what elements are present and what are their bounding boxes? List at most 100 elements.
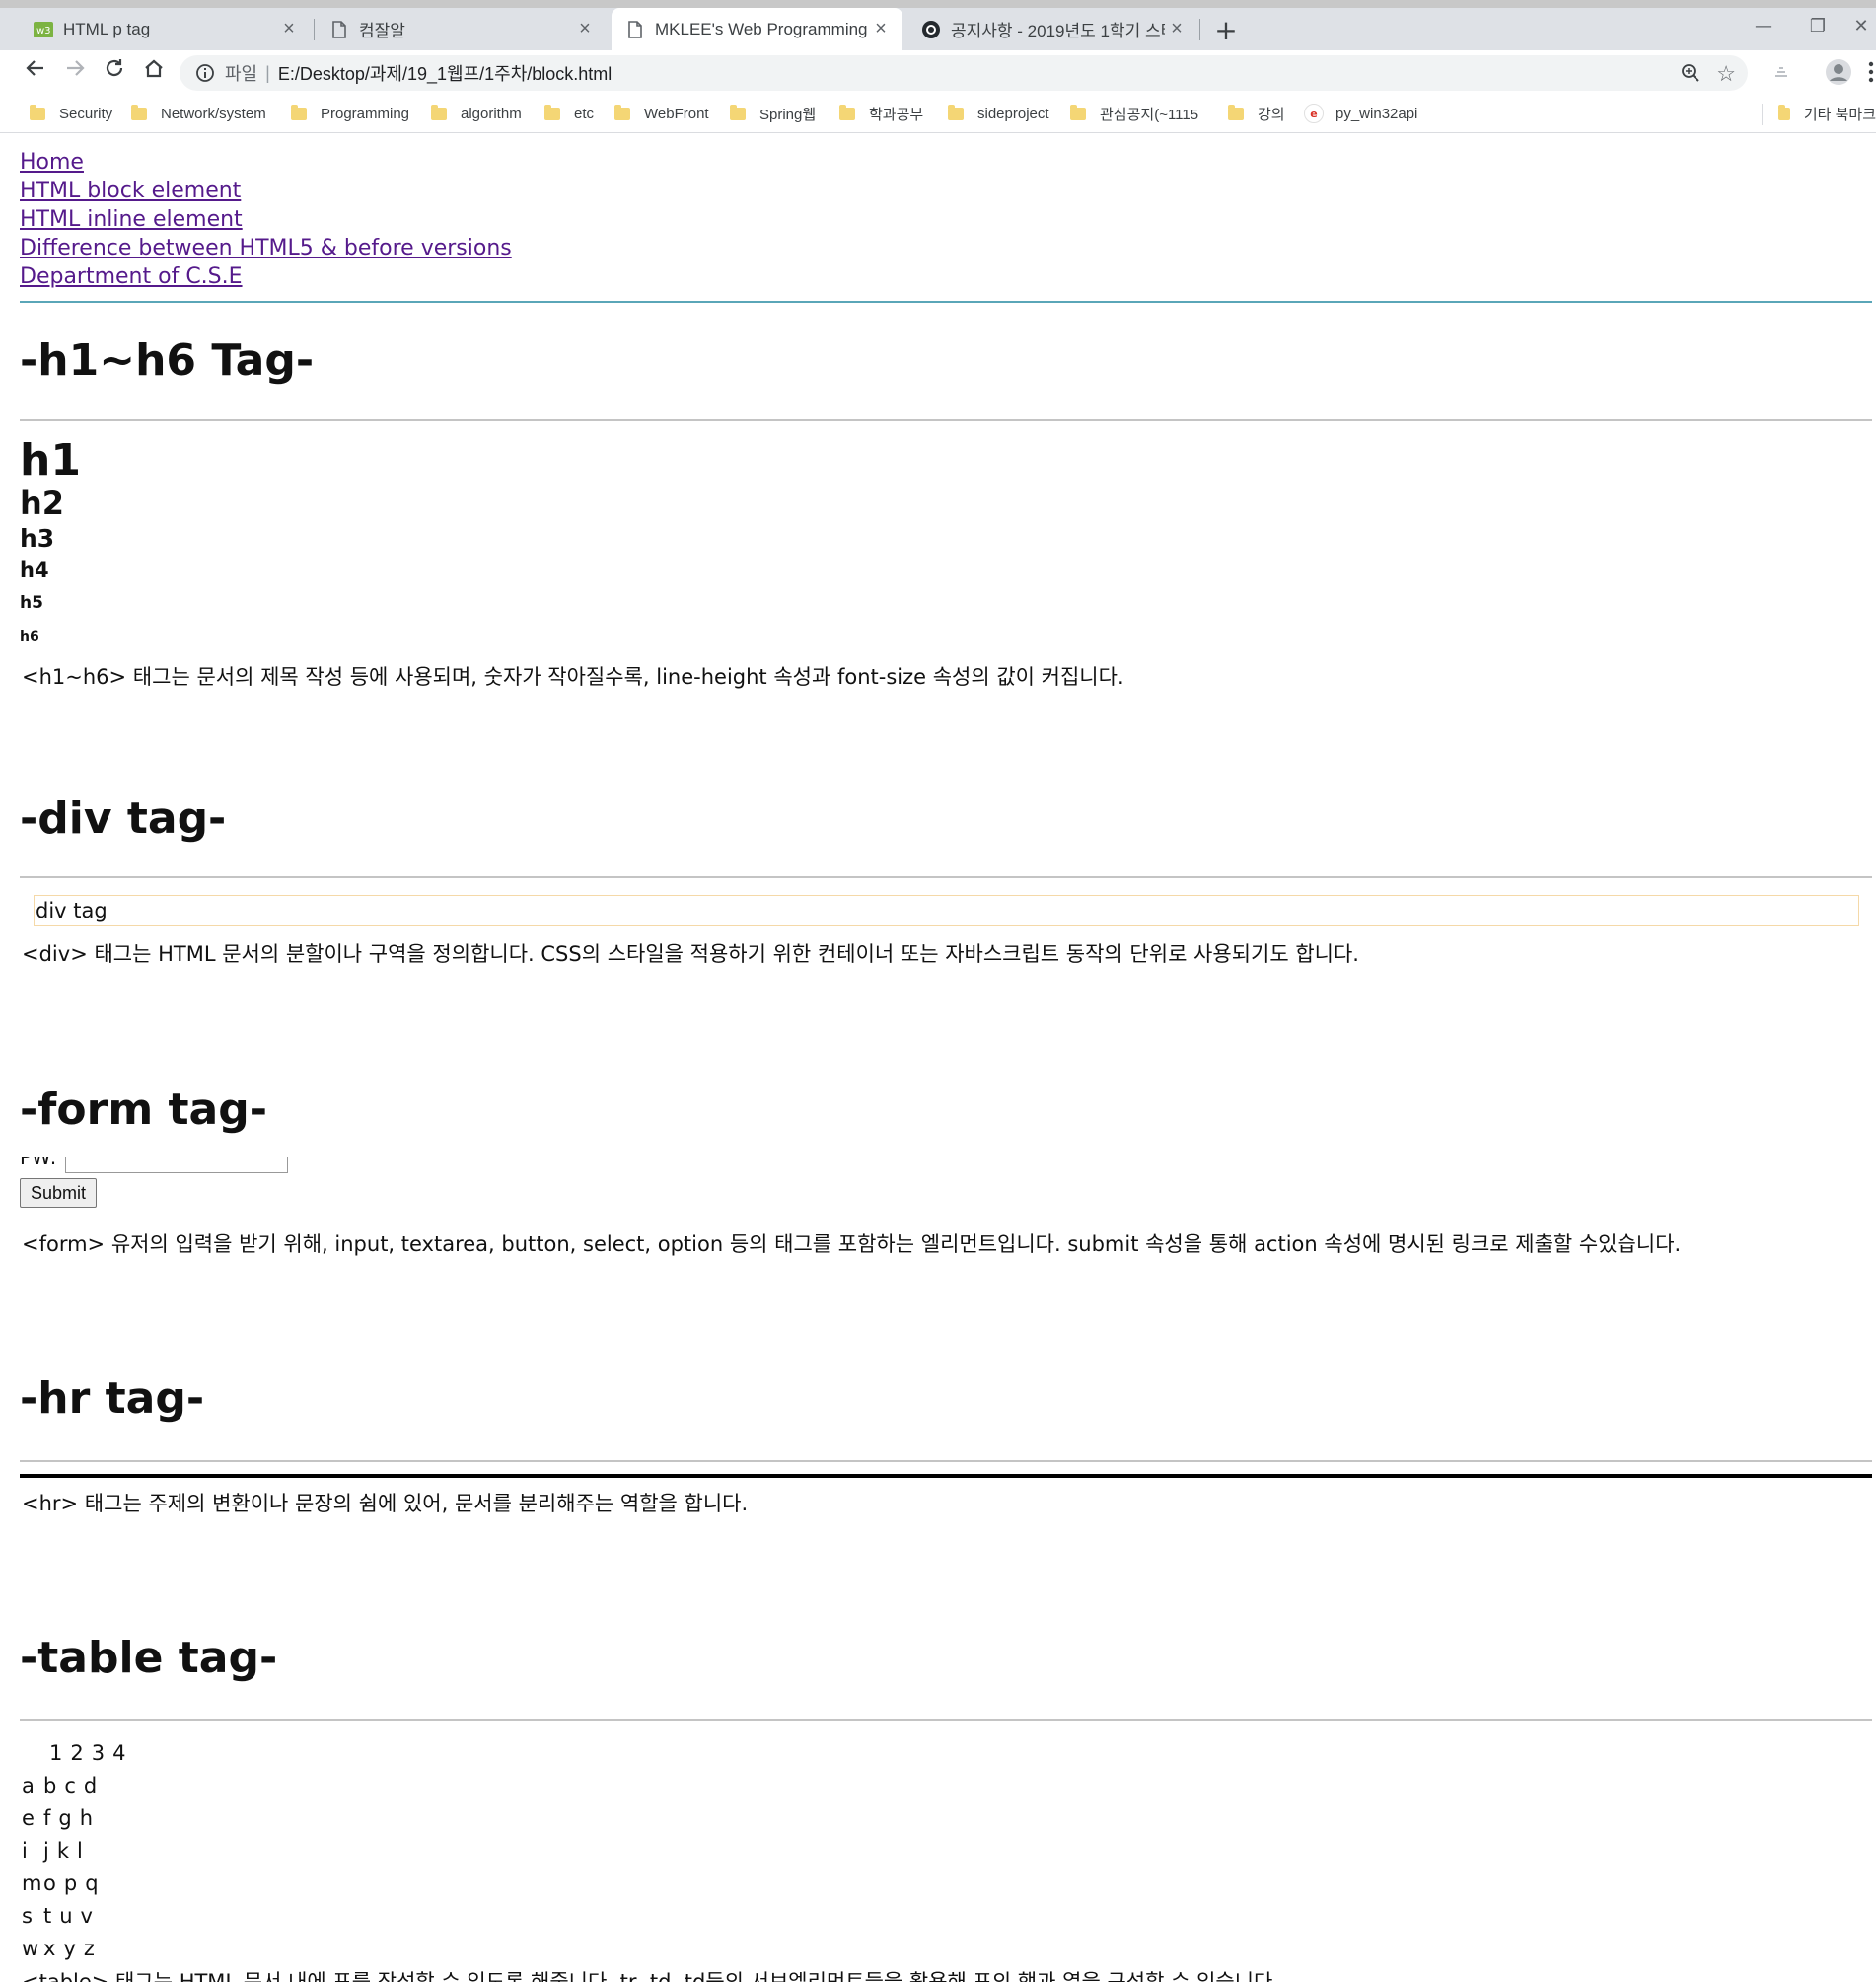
section-rule (20, 419, 1872, 421)
table-cell: f (43, 1805, 51, 1830)
folder-icon (839, 104, 855, 120)
browser-toolbar: 파일 | E:/Desktop/과제/19_1웹프/1주차/block.html… (0, 50, 1876, 96)
menu-kebab-icon[interactable] (1866, 60, 1876, 84)
bookmark-folder-etc[interactable]: etc (544, 102, 594, 125)
bookmark-folder-webfront[interactable]: WebFront (614, 102, 709, 125)
svg-text:w3: w3 (36, 26, 51, 37)
table-cell: k (56, 1838, 70, 1863)
address-bar[interactable]: 파일 | E:/Desktop/과제/19_1웹프/1주차/block.html… (180, 55, 1748, 91)
url-text[interactable]: E:/Desktop/과제/19_1웹프/1주차/block.html (278, 60, 612, 86)
bookmark-py-win32api[interactable]: e py_win32api (1304, 102, 1417, 125)
section-title-div: -div tag- (20, 793, 227, 844)
zoom-icon[interactable] (1681, 63, 1700, 88)
table-cell: y (63, 1936, 76, 1960)
table-cell: l (77, 1838, 83, 1863)
tab-notice[interactable]: 공지사항 - 2019년도 1학기 스터 × (907, 8, 1198, 50)
tab-close-icon[interactable]: × (1165, 18, 1189, 40)
info-icon[interactable] (195, 63, 215, 83)
nav-divider (20, 301, 1872, 303)
folder-icon (544, 104, 560, 120)
tab-close-icon[interactable]: × (573, 18, 597, 40)
section-rule (20, 876, 1872, 878)
nav-link-inline-element[interactable]: HTML inline element (20, 205, 512, 234)
site-favicon-icon: e (1304, 104, 1324, 123)
table-row: s t u v (22, 1899, 134, 1932)
window-close-icon[interactable]: ✕ (1846, 16, 1876, 45)
window-top-strip (0, 0, 1876, 8)
table-cell: e (22, 1805, 35, 1830)
table-cell: b (43, 1773, 57, 1798)
pw-input[interactable] (65, 1157, 288, 1173)
bookmark-folder-study[interactable]: 학과공부 (839, 102, 923, 125)
folder-icon (1070, 104, 1086, 120)
github-favicon-icon (921, 20, 941, 39)
bookmark-folder-sideproject[interactable]: sideproject (948, 102, 1049, 125)
minimize-icon[interactable]: — (1744, 16, 1783, 45)
demo-table: 1 2 3 4 a b c d e f g h i j k l m o p q (22, 1736, 134, 1964)
heading-h2: h2 (20, 484, 65, 522)
tab-title: MKLEE's Web Programming 1th (655, 19, 869, 38)
tab-mklee-web-programming[interactable]: MKLEE's Web Programming 1th × (612, 8, 902, 50)
table-cell: z (83, 1936, 95, 1960)
table-cell: 1 (49, 1740, 63, 1765)
heading-h1: h1 (20, 435, 81, 485)
html5-favicon-icon: w3 (34, 20, 53, 39)
address-separator: | (265, 62, 270, 83)
table-cell: p (63, 1871, 78, 1895)
tab-html-p-tag[interactable]: w3 HTML p tag × (20, 8, 311, 50)
folder-icon (431, 104, 447, 120)
table-cell: g (58, 1805, 72, 1830)
table-cell: u (59, 1903, 73, 1928)
heading-h4: h4 (20, 558, 49, 582)
table-cell: q (85, 1871, 99, 1895)
nav-link-block-element[interactable]: HTML block element (20, 177, 512, 205)
home-icon[interactable] (138, 57, 170, 89)
bookmark-folder-security[interactable]: Security (30, 102, 112, 125)
profile-avatar-icon[interactable] (1825, 58, 1852, 90)
folder-icon (948, 104, 964, 120)
section-rule (20, 1719, 1872, 1721)
table-row: w x y z (22, 1932, 134, 1964)
back-arrow-icon[interactable] (20, 57, 51, 89)
tab-title: 공지사항 - 2019년도 1학기 스터 (951, 22, 1165, 40)
bookmark-folder-other[interactable]: 기타 북마크 (1778, 102, 1876, 125)
tab-separator (314, 19, 315, 40)
forward-arrow-icon[interactable] (59, 57, 91, 89)
extension-icon[interactable] (1771, 60, 1791, 84)
table-cell: v (80, 1903, 93, 1928)
restore-icon[interactable]: ❐ (1798, 16, 1838, 45)
table-cell: 3 (91, 1740, 106, 1765)
bookmark-folder-spring[interactable]: Spring웹 (730, 102, 816, 125)
document-favicon-icon (329, 20, 349, 39)
section-title-hr: -hr tag- (20, 1373, 205, 1424)
nav-link-department[interactable]: Department of C.S.E (20, 262, 512, 291)
bookmark-folder-programming[interactable]: Programming (291, 102, 409, 125)
tab-close-icon[interactable]: × (277, 18, 301, 40)
table-cell: h (79, 1805, 94, 1830)
bookmark-folder-algorithm[interactable]: algorithm (431, 102, 522, 125)
tab-keomjalal[interactable]: 컴잘알 × (316, 8, 607, 50)
folder-icon (1228, 104, 1244, 120)
table-cell: m (22, 1871, 42, 1895)
table-row: m o p q (22, 1867, 134, 1899)
bookmark-folder-network[interactable]: Network/system (131, 102, 266, 125)
bookmark-star-icon[interactable]: ☆ (1716, 61, 1736, 87)
bookmark-folder-lectures[interactable]: 강의 (1228, 102, 1285, 125)
new-tab-plus-icon[interactable]: + (1211, 16, 1241, 45)
section-title-form: -form tag- (20, 1084, 267, 1135)
submit-button[interactable]: Submit (20, 1178, 97, 1208)
nav-link-html5-difference[interactable]: Difference between HTML5 & before versio… (20, 234, 512, 262)
folder-icon (291, 104, 307, 120)
pw-label: PW: (20, 1157, 57, 1169)
tab-close-icon[interactable]: × (869, 18, 893, 40)
form-clipped-row: PW: (20, 1157, 316, 1177)
reload-icon[interactable] (99, 57, 130, 89)
folder-icon (614, 104, 630, 120)
nav-link-home[interactable]: Home (20, 148, 512, 177)
bookmark-folder-notices[interactable]: 관심공지(~1115 (1070, 102, 1198, 125)
page-nav: Home HTML block element HTML inline elem… (20, 148, 512, 291)
table-cell: c (64, 1773, 76, 1798)
table-cell: d (83, 1773, 98, 1798)
thick-hr-demo (20, 1474, 1872, 1478)
document-favicon-icon (625, 20, 645, 39)
